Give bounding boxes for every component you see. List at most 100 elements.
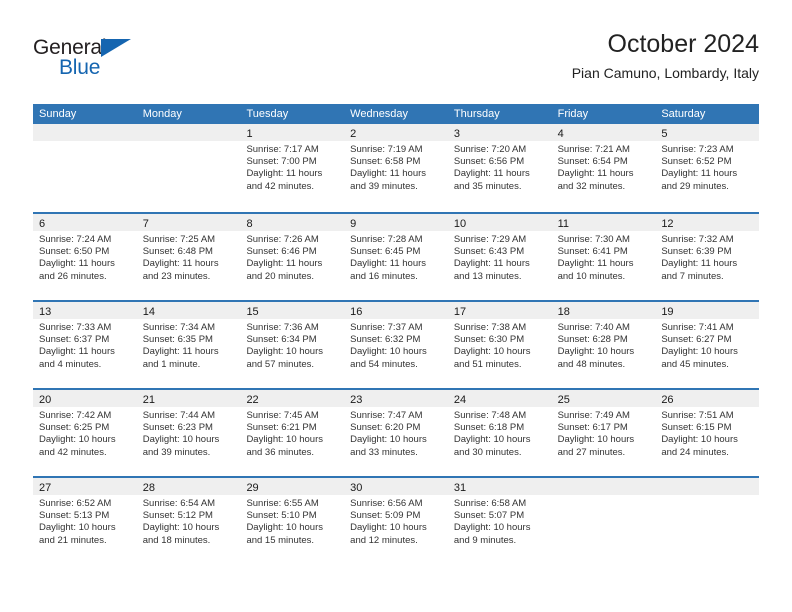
day-of-week-header-thursday: Thursday (453, 108, 500, 120)
calendar-day-cell-30[interactable]: 30 Sunrise: 6:56 AM Sunset: 5:09 PM Dayligh… (344, 478, 448, 564)
calendar-day-cell-8[interactable]: 8 Sunrise: 7:26 AM Sunset: 6:46 PM Daylight… (240, 214, 345, 300)
calendar-day-cell-6[interactable]: 6 Sunrise: 7:24 AM Sunset: 6:50 PM Daylight… (33, 214, 137, 300)
day-number-bar (655, 478, 760, 495)
day-number-bar: 17 (447, 302, 552, 319)
day-info-line: and 16 minutes. (350, 270, 418, 282)
day-info-line: and 9 minutes. (453, 534, 517, 546)
day-sun-info: Sunrise: 7:47 AM Sunset: 6:20 PM Daylight:… (344, 407, 448, 459)
day-info-line: and 35 minutes. (453, 180, 522, 192)
day-number: 31 (453, 482, 467, 494)
day-info-line: Sunrise: 6:54 AM (142, 498, 216, 509)
day-info-line: Daylight: 11 hours (142, 346, 219, 358)
calendar-day-cell-12[interactable]: 12 Sunrise: 7:32 AM Sunset: 6:39 PM Dayligh… (655, 214, 760, 300)
day-info-line: and 51 minutes. (453, 358, 522, 370)
calendar-day-cell-1[interactable]: 1 Sunrise: 7:17 AM Sunset: 7:00 PM Daylight… (240, 124, 345, 212)
day-info-line: Sunset: 6:39 PM (661, 246, 732, 258)
day-sun-info: Sunrise: 7:23 AM Sunset: 6:52 PM Daylight:… (655, 141, 759, 193)
day-info-line: Daylight: 11 hours (39, 346, 115, 358)
day-info-line: Sunset: 6:28 PM (557, 334, 628, 346)
day-info-line: Sunset: 6:46 PM (246, 246, 317, 258)
calendar-day-cell-11[interactable]: 11 Sunrise: 7:30 AM Sunset: 6:41 PM Dayligh… (551, 214, 656, 300)
day-info-line: Daylight: 11 hours (557, 168, 634, 180)
calendar-day-cell-27[interactable]: 27 Sunrise: 6:52 AM Sunset: 5:13 PM Dayligh… (33, 478, 137, 564)
calendar-day-cell-25[interactable]: 25 Sunrise: 7:49 AM Sunset: 6:17 PM Dayligh… (551, 390, 656, 476)
day-info-line: Sunset: 6:20 PM (350, 422, 421, 434)
day-of-week-header-friday: Friday (557, 108, 589, 120)
calendar-day-cell-29[interactable]: 29 Sunrise: 6:55 AM Sunset: 5:10 PM Dayligh… (240, 478, 345, 564)
day-info-line: and 36 minutes. (246, 446, 315, 458)
calendar-day-cell-20[interactable]: 20 Sunrise: 7:42 AM Sunset: 6:25 PM Dayligh… (33, 390, 137, 476)
day-info-line: Sunrise: 7:24 AM (39, 234, 112, 245)
day-info-line: Sunset: 6:37 PM (39, 334, 110, 346)
day-sun-info: Sunrise: 6:56 AM Sunset: 5:09 PM Daylight:… (344, 495, 448, 547)
day-number: 1 (246, 128, 253, 140)
day-info-line: Sunrise: 7:42 AM (39, 410, 112, 421)
day-info-line: and 18 minutes. (142, 534, 211, 546)
day-number-bar: 22 (240, 390, 345, 407)
day-info-line: Sunset: 6:23 PM (142, 422, 213, 434)
calendar-day-cell-19[interactable]: 19 Sunrise: 7:41 AM Sunset: 6:27 PM Dayligh… (655, 302, 760, 388)
calendar-day-cell-18[interactable]: 18 Sunrise: 7:40 AM Sunset: 6:28 PM Dayligh… (551, 302, 656, 388)
day-info-line: Daylight: 11 hours (453, 258, 530, 270)
calendar-day-cell-2[interactable]: 2 Sunrise: 7:19 AM Sunset: 6:58 PM Daylight… (344, 124, 448, 212)
calendar-day-cell-14[interactable]: 14 Sunrise: 7:34 AM Sunset: 6:35 PM Dayligh… (136, 302, 241, 388)
day-info-line: Sunrise: 6:52 AM (39, 498, 112, 509)
day-number-bar: 18 (551, 302, 656, 319)
day-info-line: Sunrise: 7:21 AM (557, 144, 630, 155)
day-sun-info: Sunrise: 7:30 AM Sunset: 6:41 PM Daylight:… (552, 231, 656, 283)
day-info-line: and 42 minutes. (39, 446, 107, 458)
calendar-day-cell-13[interactable]: 13 Sunrise: 7:33 AM Sunset: 6:37 PM Dayligh… (33, 302, 137, 388)
day-sun-info: Sunrise: 7:24 AM Sunset: 6:50 PM Daylight:… (33, 231, 137, 283)
day-info-line: Sunrise: 7:49 AM (557, 410, 630, 421)
calendar-day-cell-28[interactable]: 28 Sunrise: 6:54 AM Sunset: 5:12 PM Dayligh… (136, 478, 241, 564)
calendar-day-cell-17[interactable]: 17 Sunrise: 7:38 AM Sunset: 6:30 PM Dayligh… (447, 302, 552, 388)
day-info-line: and 21 minutes. (39, 534, 107, 546)
day-info-line: Daylight: 11 hours (453, 168, 530, 180)
day-number: 8 (246, 218, 253, 230)
day-number-bar (33, 124, 137, 141)
calendar-week-row: 13 Sunrise: 7:33 AM Sunset: 6:37 PM Dayligh… (33, 300, 760, 388)
day-number-bar: 26 (655, 390, 760, 407)
calendar-day-cell-empty (551, 478, 656, 564)
calendar-day-cell-23[interactable]: 23 Sunrise: 7:47 AM Sunset: 6:20 PM Dayligh… (344, 390, 448, 476)
calendar-day-cell-9[interactable]: 9 Sunrise: 7:28 AM Sunset: 6:45 PM Daylight… (344, 214, 448, 300)
day-info-line: and 39 minutes. (142, 446, 211, 458)
calendar-day-cell-3[interactable]: 3 Sunrise: 7:20 AM Sunset: 6:56 PM Daylight… (447, 124, 552, 212)
calendar-day-cell-22[interactable]: 22 Sunrise: 7:45 AM Sunset: 6:21 PM Dayligh… (240, 390, 345, 476)
calendar-day-cell-15[interactable]: 15 Sunrise: 7:36 AM Sunset: 6:34 PM Dayligh… (240, 302, 345, 388)
day-info-line: and 23 minutes. (142, 270, 211, 282)
logo-triangle-icon (101, 39, 131, 57)
calendar-day-cell-10[interactable]: 10 Sunrise: 7:29 AM Sunset: 6:43 PM Dayligh… (447, 214, 552, 300)
calendar-day-cell-16[interactable]: 16 Sunrise: 7:37 AM Sunset: 6:32 PM Dayligh… (344, 302, 448, 388)
day-number: 13 (39, 306, 52, 318)
day-info-line: Sunrise: 7:32 AM (661, 234, 734, 245)
day-info-line: and 1 minute. (142, 358, 201, 370)
calendar-day-cell-7[interactable]: 7 Sunrise: 7:25 AM Sunset: 6:48 PM Daylight… (136, 214, 241, 300)
calendar-day-cell-21[interactable]: 21 Sunrise: 7:44 AM Sunset: 6:23 PM Dayligh… (136, 390, 241, 476)
day-number: 25 (557, 394, 570, 406)
day-number: 5 (661, 128, 668, 140)
day-info-line: Sunrise: 7:33 AM (39, 322, 112, 333)
day-info-line: and 33 minutes. (350, 446, 418, 458)
day-of-week-header-wednesday: Wednesday (350, 108, 409, 120)
day-sun-info: Sunrise: 7:38 AM Sunset: 6:30 PM Daylight:… (448, 319, 552, 371)
day-number: 23 (350, 394, 363, 406)
day-sun-info: Sunrise: 6:55 AM Sunset: 5:10 PM Daylight:… (240, 495, 344, 547)
calendar-day-cell-4[interactable]: 4 Sunrise: 7:21 AM Sunset: 6:54 PM Daylight… (551, 124, 656, 212)
day-info-line: Sunset: 5:09 PM (350, 510, 421, 522)
day-info-line: Sunset: 6:52 PM (661, 156, 732, 168)
day-info-line: Sunset: 6:18 PM (453, 422, 525, 434)
day-info-line: Daylight: 11 hours (557, 258, 634, 270)
calendar-day-cell-31[interactable]: 31 Sunrise: 6:58 AM Sunset: 5:07 PM Dayligh… (447, 478, 552, 564)
calendar-day-cell-24[interactable]: 24 Sunrise: 7:48 AM Sunset: 6:18 PM Dayligh… (447, 390, 552, 476)
day-info-line: Sunset: 6:30 PM (453, 334, 525, 346)
day-info-line: Daylight: 10 hours (142, 522, 220, 534)
day-number-bar: 9 (344, 214, 448, 231)
day-number: 10 (453, 218, 467, 230)
calendar-day-cell-5[interactable]: 5 Sunrise: 7:23 AM Sunset: 6:52 PM Daylight… (655, 124, 760, 212)
day-info-line: Daylight: 11 hours (661, 258, 738, 270)
calendar-day-cell-26[interactable]: 26 Sunrise: 7:51 AM Sunset: 6:15 PM Dayligh… (655, 390, 760, 476)
day-info-line: Daylight: 10 hours (350, 522, 427, 534)
day-info-line: Sunset: 6:43 PM (453, 246, 525, 258)
day-info-line: Sunrise: 7:20 AM (453, 144, 527, 155)
